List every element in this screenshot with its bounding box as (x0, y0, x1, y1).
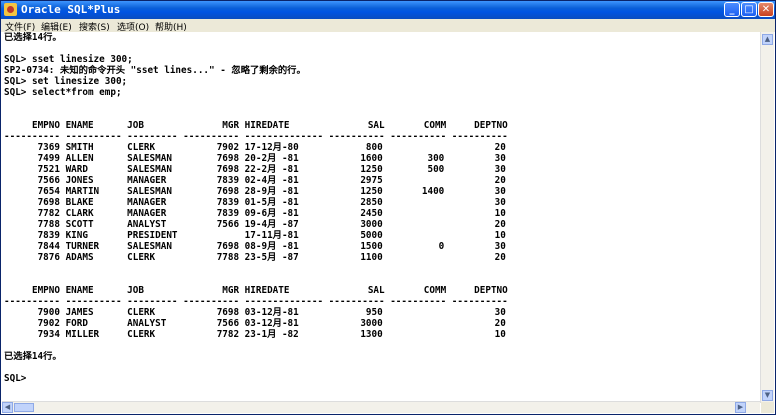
console-line: 7839 KING PRESIDENT 17-11月-81 5000 10 (4, 230, 506, 241)
console-line: 7782 CLARK MANAGER 7839 09-6月 -81 2450 1… (4, 208, 506, 219)
console-line: 7369 SMITH CLERK 7902 17-12月-80 800 20 (4, 142, 506, 153)
horizontal-scroll-thumb[interactable] (14, 403, 34, 412)
maximize-button[interactable]: □ (741, 2, 757, 17)
console-line: ---------- ---------- --------- --------… (4, 131, 508, 142)
scroll-left-icon[interactable]: ◀ (2, 402, 13, 413)
console-line: SP2-0734: 未知的命令开头 "sset lines..." - 忽略了剩… (4, 65, 306, 76)
console-line: EMPNO ENAME JOB MGR HIREDATE SAL COMM DE… (4, 285, 508, 296)
scroll-down-icon[interactable]: ▼ (762, 390, 773, 401)
close-button[interactable]: ✕ (758, 2, 774, 17)
console-line: 7876 ADAMS CLERK 7788 23-5月 -87 1100 20 (4, 252, 506, 263)
horizontal-scrollbar[interactable]: ◀ ▶ (2, 401, 760, 413)
console-line: SQL> set linesize 300; (4, 76, 128, 87)
menu-bar: 文件(F) 编辑(E) 搜索(S) 选项(O) 帮助(H) (1, 19, 775, 33)
console-line: 7521 WARD SALESMAN 7698 22-2月 -81 1250 5… (4, 164, 506, 175)
console-line: ---------- ---------- --------- --------… (4, 296, 508, 307)
scrollbar-corner (761, 402, 774, 413)
console-output[interactable]: 已选择14行。 SQL> sset linesize 300; SP2-0734: … (4, 32, 761, 403)
console-line: 已选择14行。 (4, 32, 62, 43)
console-line: 7900 JAMES CLERK 7698 03-12月-81 950 30 (4, 307, 506, 318)
console-line: 已选择14行。 (4, 351, 62, 362)
scroll-up-icon[interactable]: ▲ (762, 34, 773, 45)
console-line: 7934 MILLER CLERK 7782 23-1月 -82 1300 10 (4, 329, 506, 340)
console-line: 7902 FORD ANALYST 7566 03-12月-81 3000 20 (4, 318, 506, 329)
console-line: SQL> sset linesize 300; (4, 54, 133, 65)
title-bar[interactable]: Oracle SQL*Plus _ □ ✕ (1, 1, 775, 19)
console-line: 7788 SCOTT ANALYST 7566 19-4月 -87 3000 2… (4, 219, 506, 230)
console-line: 7499 ALLEN SALESMAN 7698 20-2月 -81 1600 … (4, 153, 506, 164)
console-line: SQL> select*from emp; (4, 87, 122, 98)
scroll-right-icon[interactable]: ▶ (735, 402, 746, 413)
console-line: EMPNO ENAME JOB MGR HIREDATE SAL COMM DE… (4, 120, 508, 131)
console-line: 7698 BLAKE MANAGER 7839 01-5月 -81 2850 3… (4, 197, 506, 208)
window-title: Oracle SQL*Plus (21, 3, 121, 16)
console-line: 7654 MARTIN SALESMAN 7698 28-9月 -81 1250… (4, 186, 506, 197)
vertical-scrollbar[interactable]: ▲ ▼ (760, 32, 774, 403)
sqlplus-window: Oracle SQL*Plus _ □ ✕ 文件(F) 编辑(E) 搜索(S) … (0, 0, 776, 415)
minimize-button[interactable]: _ (724, 2, 740, 17)
console-line: 7566 JONES MANAGER 7839 02-4月 -81 2975 2… (4, 175, 506, 186)
console-line: 7844 TURNER SALESMAN 7698 08-9月 -81 1500… (4, 241, 506, 252)
oracle-app-icon (4, 3, 17, 16)
console-line: SQL> (4, 373, 27, 384)
